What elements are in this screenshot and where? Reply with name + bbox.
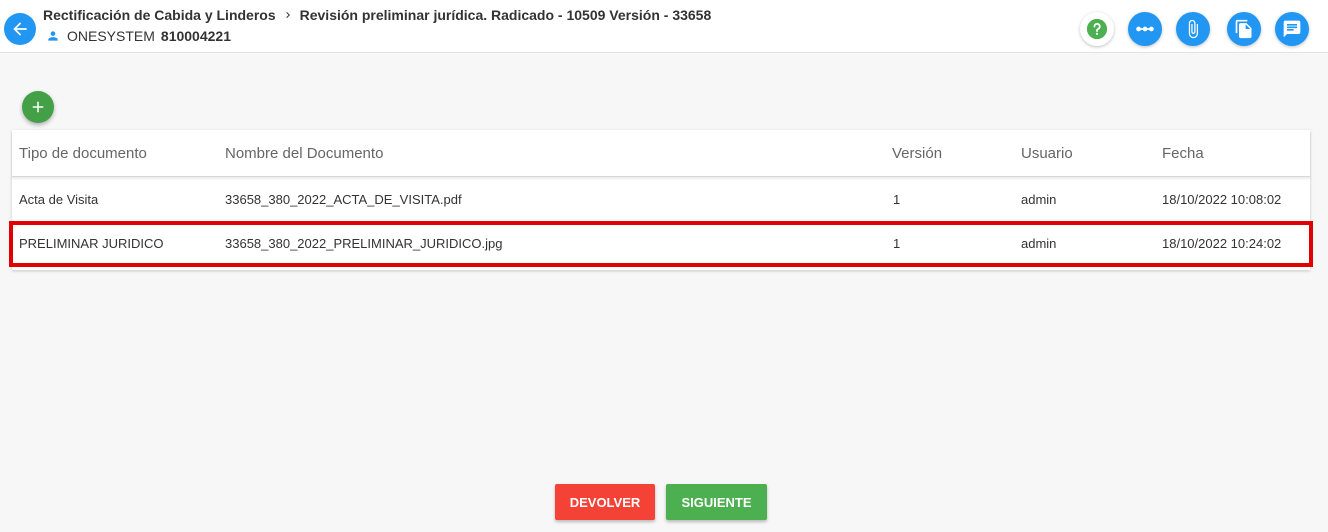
cell-nombre[interactable]: 33658_380_2022_ACTA_DE_VISITA.pdf	[225, 192, 462, 207]
documents-table: Tipo de documento Nombre del Documento V…	[12, 130, 1310, 270]
add-document-button[interactable]	[22, 91, 54, 123]
breadcrumb: Rectificación de Cabida y Linderos Revis…	[43, 7, 711, 23]
column-header-version[interactable]: Versión	[892, 145, 942, 162]
documents-button[interactable]	[1227, 12, 1261, 46]
cell-fecha: 18/10/2022 10:08:02	[1162, 192, 1282, 207]
column-header-tipo[interactable]: Tipo de documento	[19, 145, 147, 162]
help-button[interactable]	[1080, 12, 1114, 46]
column-header-usuario[interactable]: Usuario	[1021, 145, 1073, 162]
cell-tipo: PRELIMINAR JURIDICO	[19, 236, 164, 251]
top-bar: Rectificación de Cabida y Linderos Revis…	[0, 0, 1328, 53]
attachment-button[interactable]	[1176, 12, 1210, 46]
help-icon	[1086, 18, 1108, 40]
back-button[interactable]	[4, 13, 36, 45]
devolver-button[interactable]: DEVOLVER	[555, 484, 655, 520]
user-name: ONESYSTEM	[67, 28, 155, 44]
comments-icon	[1283, 20, 1301, 38]
cell-fecha: 18/10/2022 10:24:02	[1162, 236, 1282, 251]
arrow-left-icon	[13, 22, 27, 36]
breadcrumb-parent[interactable]: Rectificación de Cabida y Linderos	[43, 7, 276, 23]
user-id: 810004221	[160, 28, 231, 44]
table-row[interactable]: PRELIMINAR JURIDICO 33658_380_2022_PRELI…	[12, 222, 1310, 266]
siguiente-button[interactable]: SIGUIENTE	[666, 484, 767, 520]
user-info: ONESYSTEM 810004221	[46, 28, 231, 44]
attachment-icon	[1188, 19, 1198, 39]
table-header: Tipo de documento Nombre del Documento V…	[12, 130, 1310, 177]
workflow-button[interactable]	[1128, 12, 1162, 46]
table-row[interactable]: Acta de Visita 33658_380_2022_ACTA_DE_VI…	[12, 178, 1310, 222]
person-icon	[48, 31, 58, 41]
cell-version: 1	[893, 236, 901, 251]
cell-tipo: Acta de Visita	[19, 192, 99, 207]
cell-usuario: admin	[1021, 192, 1057, 207]
breadcrumb-current: Revisión preliminar jurídica. Radicado -…	[299, 7, 712, 23]
column-header-fecha[interactable]: Fecha	[1162, 145, 1204, 162]
cell-nombre[interactable]: 33658_380_2022_PRELIMINAR_JURIDICO.jpg	[225, 236, 503, 251]
documents-icon	[1235, 19, 1252, 39]
cell-version: 1	[893, 192, 901, 207]
comments-button[interactable]	[1275, 12, 1309, 46]
chevron-right-icon	[282, 9, 294, 21]
plus-icon	[32, 101, 44, 113]
workflow-icon	[1136, 26, 1154, 32]
column-header-nombre[interactable]: Nombre del Documento	[225, 145, 383, 162]
cell-usuario: admin	[1021, 236, 1057, 251]
